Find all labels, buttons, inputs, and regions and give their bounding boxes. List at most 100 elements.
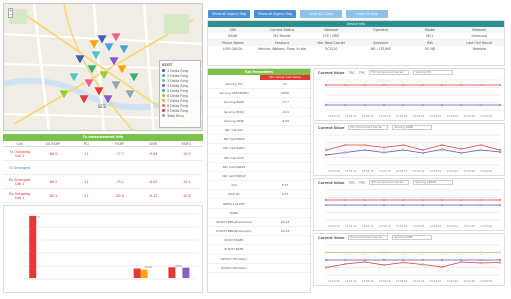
meas-row: Nbr Cell PCI [208, 126, 310, 136]
info-cell: M21 [426, 34, 434, 38]
toolbar-button[interactable]: Show all legacy flag [254, 10, 296, 18]
x-tick-label: 13:54:24 [446, 225, 459, 228]
line-point [421, 148, 424, 152]
component-select[interactable]: PCI Component Carrier [348, 125, 389, 130]
x-axis: 13:54:10 13:54:12 13:54:14 13:54:16 13:54:18… [314, 225, 504, 228]
line-point [324, 83, 328, 87]
map-panel[interactable]: SCS + − SCOT 1 Delta Ring 2 Delta Ring 3 De… [3, 3, 203, 131]
summary-cell: -9.04 [148, 151, 158, 156]
metric-select[interactable]: Serving SINR [392, 235, 433, 240]
line-point [363, 83, 366, 87]
x-tick-label: 13:54:22 [429, 115, 442, 118]
info-cell: Samsung [471, 34, 488, 38]
line-point [344, 258, 347, 262]
line-point [382, 83, 386, 87]
line-point [382, 263, 386, 267]
chart-badge[interactable]: TPC [359, 181, 365, 185]
bar [140, 269, 148, 278]
line-point [421, 151, 424, 155]
x-tick-label: 13:54:18 [395, 115, 408, 118]
line-point [382, 203, 386, 207]
meas-row: Serving RSRP -77.7 [208, 98, 310, 108]
metric-select[interactable]: Serving RSRP [392, 125, 433, 130]
component-select[interactable]: PCI Component Carrier [369, 180, 410, 185]
meas-value: 6.07 [281, 192, 289, 197]
summary-cell: -8.02 [148, 179, 158, 184]
info-cell: 5G NR [424, 47, 436, 51]
component-select[interactable]: PCI Component Carrier [348, 235, 389, 240]
map-marker[interactable] [103, 42, 115, 53]
zoom-controls[interactable]: + − [8, 8, 13, 18]
bar [168, 267, 176, 278]
summary-cell: Tx Strongest [8, 165, 31, 170]
toolbar-button[interactable]: Load All Map [346, 10, 388, 18]
map-marker[interactable] [124, 89, 136, 100]
line-point [382, 258, 386, 262]
line-point [324, 251, 328, 254]
line-point [498, 148, 502, 152]
x-tick-label: 13:54:16 [378, 170, 391, 173]
summary-cell: Tx Outgoing Cell 1 [9, 149, 31, 158]
x-tick-label: 13:54:24 [446, 170, 459, 173]
meas-key: Serving ARFCN(NR) [219, 91, 249, 96]
bar-data-label: -9.04 [144, 265, 152, 269]
line-point [498, 103, 502, 107]
component-select[interactable]: PCI Component Carrier [369, 70, 410, 75]
x-tick-label: 13:54:22 [429, 225, 442, 228]
legend-swatch [162, 109, 165, 112]
x-tick-label: 13:54:28 [480, 280, 492, 283]
map-marker[interactable] [108, 56, 120, 67]
line-point [479, 148, 482, 152]
line-point [460, 83, 463, 87]
map-marker[interactable] [83, 78, 95, 89]
summary-header-cell: SINR [148, 142, 157, 146]
map-marker[interactable] [98, 70, 110, 81]
map-marker[interactable] [68, 72, 80, 83]
map-marker[interactable] [74, 54, 86, 65]
line-point [363, 103, 366, 107]
map-marker[interactable] [118, 44, 130, 55]
line-point [460, 147, 463, 151]
map-marker[interactable] [88, 39, 100, 50]
chart-title: Current Value [318, 125, 345, 130]
map-marker[interactable] [128, 72, 140, 83]
summary-cell: 11 [84, 179, 89, 184]
x-axis: 13:54:10 13:54:12 13:54:14 13:54:16 13:54:18… [314, 280, 504, 283]
metric-select[interactable]: Serving ARFCN [413, 180, 454, 185]
line-point [382, 146, 386, 149]
map-marker[interactable] [86, 64, 98, 75]
legend-title: SCOT [162, 63, 173, 67]
map-marker[interactable] [102, 94, 114, 105]
toolbar-button[interactable]: Load ALT Data [300, 10, 342, 18]
toolbar-button[interactable]: Show all legacy flag [208, 10, 250, 18]
x-tick-label: 13:54:26 [463, 280, 476, 283]
map-marker[interactable] [96, 34, 108, 45]
legend-label: 8 Delta Ring [167, 103, 188, 108]
meas-row: Nbr Cell RSRP2 [208, 163, 310, 172]
line-point [498, 261, 502, 264]
chart-badge[interactable]: TPC [359, 71, 365, 75]
map-marker[interactable] [78, 94, 90, 105]
metric-select[interactable]: Serving PCI [413, 70, 454, 75]
line-series [325, 144, 501, 151]
x-tick-label: 13:54:12 [344, 115, 357, 118]
meas-key: Nbr Cell RSRQ2 [222, 173, 246, 178]
line-point [324, 266, 328, 269]
summary-cell: 11 [84, 151, 89, 156]
map-marker[interactable] [93, 86, 105, 97]
map-marker[interactable] [90, 50, 102, 61]
info-cell: LGM-G600L [222, 47, 243, 51]
info-cell: NR / LTE/MS [370, 47, 391, 51]
chart-header: Current Value TPC TPC PCI Component Carrier… [314, 69, 504, 76]
map-marker[interactable] [110, 32, 122, 43]
map-marker[interactable] [58, 89, 70, 100]
legend-label: 6 Delta Ring [167, 93, 188, 98]
line-point [421, 198, 424, 202]
summary-header-cell: Cell [16, 142, 23, 146]
meas-row: Serving SINR -9.04 [208, 117, 310, 126]
chart-badge[interactable]: TPC [348, 71, 354, 75]
chart-badge[interactable]: TPC [348, 181, 354, 185]
map-marker[interactable] [110, 80, 122, 91]
map-marker[interactable] [116, 64, 128, 75]
meas-key: Serving SINR [224, 118, 244, 123]
